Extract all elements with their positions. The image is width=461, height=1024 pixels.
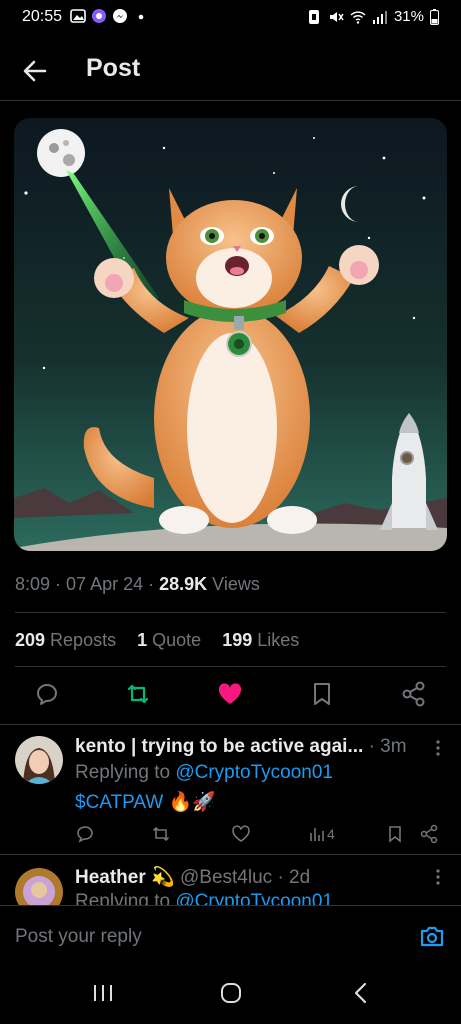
replying-to: Replying to @CryptoTycoon01 [75,891,333,905]
reply-author-name[interactable]: kento | trying to be active agai... [75,736,363,757]
post-time: 8:09 [15,574,51,594]
system-nav-bar [0,962,461,1024]
reply-time: · 3m [368,736,407,757]
top-app-bar: Post [0,44,461,101]
share-icon[interactable] [400,680,428,708]
status-time: 20:55 [22,8,63,25]
bookmark-icon[interactable] [308,680,336,708]
divider [0,854,461,855]
battery-percent: 31% [393,8,424,25]
post-meta: 8:09 · 07 Apr 24 · 28.9K Views [15,574,260,594]
divider [0,724,461,725]
repost-icon[interactable] [151,824,171,844]
comment-icon[interactable] [32,680,60,708]
status-bar: 20:55 31% [0,0,461,34]
camera-icon[interactable] [419,923,445,949]
post-actions [0,680,461,712]
app-notification-icon [92,9,106,23]
reply-actions: 4 [0,824,461,848]
home-icon[interactable] [218,980,244,1006]
replying-to: Replying to @CryptoTycoon01 [75,762,333,783]
views-icon[interactable] [307,824,327,844]
signal-icon [372,10,387,24]
back-arrow-icon[interactable] [20,56,50,86]
reply-text: $CATPAW 🔥🚀 [75,790,216,814]
dot-icon [138,14,144,20]
views-count: 28.9K [159,574,208,594]
avatar[interactable] [15,868,63,905]
mute-icon [329,11,344,22]
comment-icon[interactable] [75,824,95,844]
reply-views-count: 4 [327,826,335,842]
gallery-notification-icon [70,9,86,23]
avatar[interactable] [15,736,63,784]
post-stats: 209 Reposts 1 Quote 199 Likes [15,630,315,651]
heart-icon[interactable] [216,680,244,708]
divider [15,612,446,613]
more-icon[interactable] [435,739,441,757]
reply-input[interactable]: Post your reply [15,926,142,948]
reply-author-handle[interactable]: @Best4luc [180,867,272,888]
wifi-icon [350,10,366,24]
divider [15,666,446,667]
messenger-notification-icon [113,9,127,23]
replying-to-handle[interactable]: @CryptoTycoon01 [175,891,333,905]
reply-time: · 2d [277,867,311,888]
reply-author-emoji: 💫 [151,867,175,888]
system-back-icon[interactable] [348,980,374,1006]
heart-icon[interactable] [231,824,251,844]
views-label: Views [212,574,260,594]
reply-composer: Post your reply [0,905,461,963]
bookmark-icon[interactable] [385,824,405,844]
cashtag-link[interactable]: $CATPAW [75,792,163,813]
likes-stat[interactable]: 199 Likes [222,630,299,650]
reply-item[interactable]: Heather 💫 @Best4luc · 2d Replying to @Cr… [0,865,461,905]
reposts-stat[interactable]: 209 Reposts [15,630,116,650]
more-icon[interactable] [435,868,441,886]
page-title: Post [86,54,141,82]
data-saver-icon [308,9,319,24]
battery-icon [430,8,439,25]
quotes-stat[interactable]: 1 Quote [137,630,201,650]
recent-apps-icon[interactable] [90,980,116,1006]
replying-to-handle[interactable]: @CryptoTycoon01 [175,762,333,783]
reply-author-name[interactable]: Heather [75,867,146,888]
share-icon[interactable] [419,824,439,844]
post-image[interactable] [14,118,447,551]
cat-on-moon-illustration [14,118,447,551]
post-date: 07 Apr 24 [66,574,144,594]
repost-icon[interactable] [124,680,152,708]
reply-emoji: 🔥🚀 [168,792,216,813]
